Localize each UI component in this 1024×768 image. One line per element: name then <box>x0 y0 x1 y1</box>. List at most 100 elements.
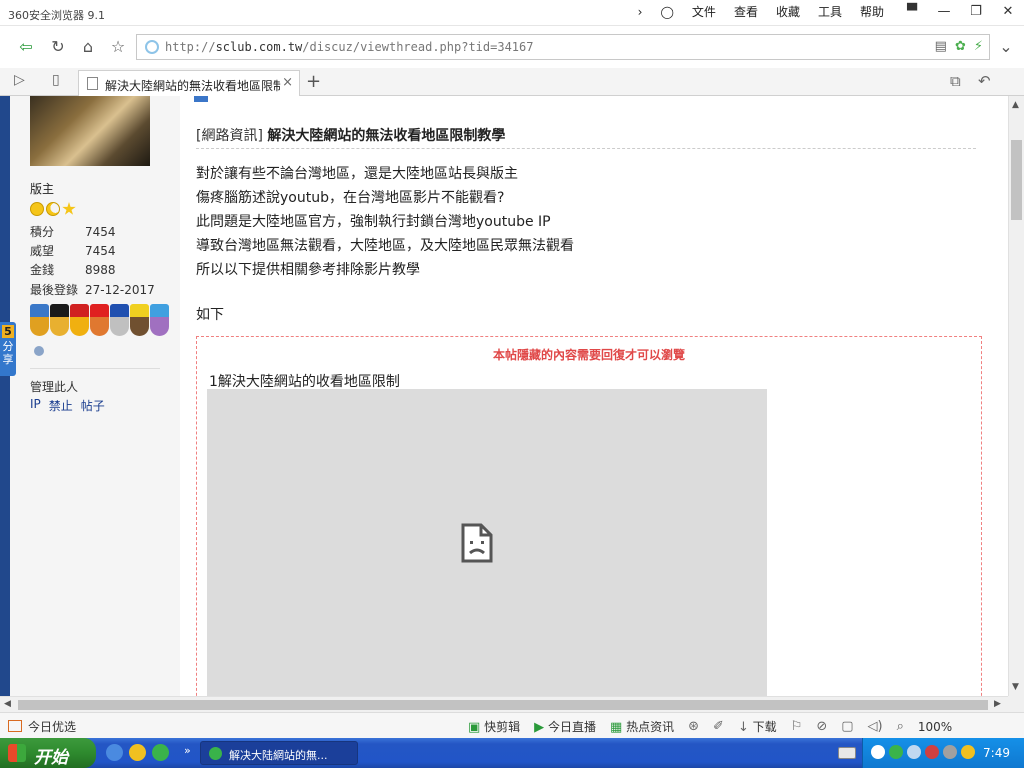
stat-points: 積分 7454 <box>30 225 116 239</box>
system-tray: 7:49 <box>862 738 1024 768</box>
live-item[interactable]: ▶ 今日直播 <box>534 718 596 735</box>
online-status-icon <box>34 346 44 356</box>
ie-icon[interactable] <box>106 744 123 761</box>
restore-tab-icon[interactable]: ⧉ <box>950 72 961 90</box>
more-icon[interactable]: » <box>184 744 191 757</box>
reader-icon[interactable]: ▤ <box>935 39 947 54</box>
sound-icon[interactable]: ◁) <box>868 719 883 734</box>
hidden-notice: 本帖隱藏的內容需要回復才可以瀏覽 <box>492 348 685 362</box>
scroll-right-icon[interactable]: ▶ <box>994 699 1001 709</box>
skin-icon[interactable]: ▀ <box>896 0 928 24</box>
network-icon[interactable] <box>907 745 921 759</box>
dropdown-icon[interactable]: ⌄ <box>994 35 1018 59</box>
pin-icon[interactable]: ✐ <box>713 719 724 734</box>
back-icon[interactable]: ⇦ <box>14 35 38 59</box>
post-line: 所以以下提供相關參考排除影片教學 <box>196 262 420 278</box>
menu-view[interactable]: 查看 <box>734 3 758 21</box>
medal-icon[interactable] <box>50 304 69 336</box>
menu-file[interactable]: 文件 <box>692 3 716 21</box>
monitor-icon[interactable] <box>943 745 957 759</box>
minimize-button[interactable]: — <box>928 0 960 24</box>
home-icon[interactable]: ⌂ <box>76 35 100 59</box>
app-title: 360安全浏览器 9.1 <box>8 9 105 22</box>
post-category[interactable]: [網路資訊] <box>196 128 263 144</box>
speed-icon[interactable]: ⚡ <box>974 39 983 54</box>
page-border <box>0 96 10 696</box>
status-bar: 今日优选 ▣ 快剪辑 ▶ 今日直播 ▦ 热点资讯 ⊛ ✐ ↓ 下载 ⚐ ⊘ ▢ … <box>0 712 1024 738</box>
manage-link-ban[interactable]: 禁止 <box>49 397 73 414</box>
news-item[interactable]: ▦ 热点资讯 <box>610 718 674 735</box>
taskbar-window-item[interactable]: 解决大陆網站的無... <box>200 741 358 765</box>
today-picks[interactable]: 今日优选 <box>8 718 76 735</box>
scroll-corner <box>1008 696 1024 712</box>
flag-icon[interactable]: ⚐ <box>791 719 803 734</box>
tray-shield-icon[interactable] <box>961 745 975 759</box>
clip-item[interactable]: ▣ 快剪辑 <box>468 718 520 735</box>
security-icon[interactable] <box>925 745 939 759</box>
close-button[interactable]: ✕ <box>992 0 1024 24</box>
post-content: [網路資訊] 解決大陸網站的無法收看地區限制教學 對於讓有些不論台灣地區，還是大… <box>180 96 1002 696</box>
manage-link-ip[interactable]: IP <box>30 397 41 414</box>
medal-icon[interactable] <box>110 304 129 336</box>
medal-icon[interactable] <box>90 304 109 336</box>
star-icon[interactable]: ☆ <box>106 35 130 59</box>
start-button[interactable]: 开始 <box>0 738 96 768</box>
refresh-icon[interactable]: ↻ <box>46 35 70 59</box>
speed-dial-icon[interactable]: ⊛ <box>688 719 699 734</box>
download-item[interactable]: ↓ 下载 <box>738 718 777 735</box>
share-count: 5 <box>2 325 14 338</box>
scroll-up-icon[interactable]: ▲ <box>1012 100 1019 110</box>
window-controls: ▀ — ❐ ✕ <box>896 0 1024 24</box>
scroll-thumb[interactable] <box>1011 140 1022 220</box>
sun-icon <box>30 202 44 216</box>
post-title-text: 解決大陸網站的無法收看地區限制教學 <box>267 128 506 144</box>
status-items: ▣ 快剪辑 ▶ 今日直播 ▦ 热点资讯 ⊛ ✐ ↓ 下载 ⚐ ⊘ ▢ ◁) ⌕ … <box>468 718 952 735</box>
post-body: 對於讓有些不論台灣地區，還是大陸地區站長與版主 傷疼腦筋述說youtub，在台灣… <box>196 162 574 282</box>
sidebar-toggle-icon[interactable]: ▷ <box>14 72 25 88</box>
medal-row <box>30 304 169 336</box>
scroll-thumb[interactable] <box>18 700 988 710</box>
medal-icon[interactable] <box>130 304 149 336</box>
window-icon[interactable]: ▢ <box>841 719 853 734</box>
vertical-scrollbar[interactable]: ▲ ▼ <box>1008 96 1024 696</box>
undo-icon[interactable]: ↶ <box>978 72 991 90</box>
medal-icon[interactable] <box>30 304 49 336</box>
share-tab[interactable]: 5 分享 <box>0 322 16 376</box>
horizontal-scrollbar[interactable]: ◀ ▶ <box>0 696 1008 712</box>
user-icon[interactable]: ◯ <box>660 3 673 21</box>
gift-icon <box>8 720 22 732</box>
chevron-left-icon[interactable] <box>871 745 885 759</box>
new-tab-icon[interactable]: + <box>306 71 321 92</box>
zoom-icon[interactable]: ⌕ <box>897 719 904 734</box>
stat-last-login: 最後登錄 27-12-2017 <box>30 283 155 297</box>
url-input[interactable]: http://sclub.com.tw/discuz/viewthread.ph… <box>136 34 990 60</box>
medal-icon[interactable] <box>150 304 169 336</box>
scroll-left-icon[interactable]: ◀ <box>4 699 11 709</box>
medal-icon[interactable] <box>70 304 89 336</box>
zoom-level[interactable]: 100% <box>918 720 952 734</box>
embedded-video[interactable] <box>207 389 767 696</box>
moon-icon <box>46 202 60 216</box>
tab-close-icon[interactable]: × <box>282 75 293 90</box>
tab-current[interactable]: 解決大陸網站的無法收看地區限制 × <box>78 70 300 96</box>
page-icon[interactable]: ▯ <box>52 72 60 88</box>
tray-360-icon[interactable] <box>889 745 903 759</box>
hidden-subtitle: 1解決大陸網站的收看地區限制 <box>209 374 400 390</box>
chevron-right-icon[interactable]: › <box>638 3 643 21</box>
menu-tools[interactable]: 工具 <box>818 3 842 21</box>
menu-favorites[interactable]: 收藏 <box>776 3 800 21</box>
address-bar: ⇦ ↻ ⌂ ☆ http://sclub.com.tw/discuz/viewt… <box>0 26 1024 68</box>
site-icon <box>145 40 159 54</box>
broken-plugin-icon <box>461 523 493 563</box>
browser-launch-icon[interactable] <box>152 744 169 761</box>
compat-icon[interactable]: ✿ <box>955 39 966 54</box>
browser-icon[interactable]: ⊘ <box>816 719 827 734</box>
maximize-button[interactable]: ❐ <box>960 0 992 24</box>
clip-icon: ▣ <box>468 720 481 735</box>
keyboard-icon[interactable] <box>838 747 856 759</box>
360-icon[interactable] <box>129 744 146 761</box>
scroll-down-icon[interactable]: ▼ <box>1012 682 1019 692</box>
manage-link-posts[interactable]: 帖子 <box>81 397 105 414</box>
avatar[interactable] <box>30 96 150 166</box>
menu-help[interactable]: 帮助 <box>860 3 884 21</box>
